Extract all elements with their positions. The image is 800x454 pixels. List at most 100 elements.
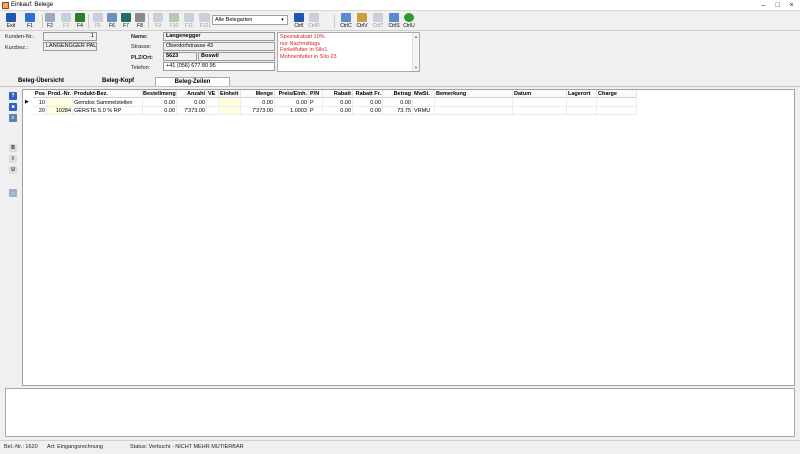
cell-prod-nr[interactable] [47, 99, 73, 107]
chevron-down-icon[interactable]: ▾ [278, 16, 287, 24]
tab-beleg-uebersicht[interactable]: Beleg-Übersicht [6, 77, 76, 86]
toolbar-button-ctrlt[interactable]: CtrlT [370, 12, 386, 30]
toolbar-button-f1[interactable]: F1 [22, 12, 38, 30]
column-header-betrag[interactable]: Betrag [383, 90, 413, 98]
cell-produkt[interactable]: Gemdos Sammelstellen [73, 99, 143, 107]
name-field[interactable]: Langenegger [163, 32, 275, 41]
close-button[interactable]: × [786, 1, 797, 10]
cell-rabatt[interactable]: 0.00 [323, 99, 353, 107]
cell-betrag[interactable]: 0.00 [383, 99, 413, 107]
column-header-produkt[interactable]: Produkt-Bez. [73, 90, 143, 98]
toolbar-button-ctrlr[interactable]: CtrlR [306, 12, 322, 30]
cell-lagerort[interactable] [567, 107, 597, 115]
zoom-tool-icon[interactable]: ? [9, 92, 17, 100]
cell-anzahl[interactable]: 7'373.00 [177, 107, 207, 115]
cell-pn[interactable]: P [309, 99, 323, 107]
street-field[interactable]: Oberdorfstrasse 43 [163, 42, 275, 51]
column-header-charge[interactable]: Charge [597, 90, 637, 98]
cell-pos[interactable]: 10 [33, 99, 47, 107]
cell-mwst[interactable]: VRMU [413, 107, 435, 115]
cell-bemerkung[interactable] [435, 99, 513, 107]
column-header-rabatt-fr[interactable]: Rabatt Fr. [353, 90, 383, 98]
column-header-bemerkung[interactable]: Bemerkung [435, 90, 513, 98]
cell-datum[interactable] [513, 99, 567, 107]
cell-einheit[interactable] [219, 107, 241, 115]
toolbar-exit-icon [6, 13, 16, 22]
customer-number-field[interactable]: 1 [43, 32, 97, 41]
cell-charge[interactable] [597, 107, 637, 115]
tab-beleg-kopf[interactable]: Beleg-Kopf [83, 77, 153, 86]
minimize-button[interactable]: – [758, 1, 769, 10]
beleg-zeilen-grid[interactable]: Pos Prod.-Nr. Produkt-Bez. Bestellmenge Anza… [22, 89, 795, 386]
toolbar-button-f10[interactable]: F10 [166, 12, 182, 30]
column-header-ve[interactable]: VE [207, 90, 219, 98]
phone-field[interactable]: +41 (056) 677 80 95 [163, 62, 275, 71]
cell-bestellmenge[interactable]: 0.00 [143, 107, 177, 115]
scroll-up-icon[interactable]: ▲ [413, 34, 419, 39]
cell-preis[interactable]: 0.00 [275, 99, 309, 107]
column-header-datum[interactable]: Datum [513, 90, 567, 98]
toolbar-button-f8[interactable]: F8 [132, 12, 148, 30]
cell-ve[interactable] [207, 99, 219, 107]
attachment-tool-icon[interactable]: ⇔ [9, 189, 17, 197]
cell-rabatt-fr[interactable]: 0.00 [353, 107, 383, 115]
toolbar-button-ctrli[interactable]: CtrlI [291, 12, 307, 30]
cell-prod-nr[interactable]: 10284 [47, 107, 73, 115]
column-header-bestellmenge[interactable]: Bestellmenge [143, 90, 177, 98]
column-header-rabatt[interactable]: Rabatt [323, 90, 353, 98]
cell-menge[interactable]: 0.00 [241, 99, 275, 107]
zip-field[interactable]: 5623 [163, 52, 197, 61]
customer-short-field[interactable]: LANGENGGER PAUL [43, 42, 97, 51]
customer-notes-memo[interactable]: Spezialrabatt 10% nur Nachmittags Ferkelfu… [277, 32, 420, 72]
toolbar-button-ctrlc[interactable]: CtrlC [338, 12, 354, 30]
cell-rabatt-fr[interactable]: 0.00 [353, 99, 383, 107]
cell-betrag[interactable]: 73.75 [383, 107, 413, 115]
record-tool-icon[interactable]: ■ [9, 103, 17, 111]
cell-anzahl[interactable]: 0.00 [177, 99, 207, 107]
cell-einheit[interactable] [219, 99, 241, 107]
cell-charge[interactable] [597, 99, 637, 107]
toolbar-button-ctrls[interactable]: CtrlS [386, 12, 402, 30]
toolbar-button-f4[interactable]: F4 [72, 12, 88, 30]
column-header-einheit[interactable]: Einheit [219, 90, 241, 98]
column-header-pn[interactable]: P/N [309, 90, 323, 98]
cell-bemerkung[interactable] [435, 107, 513, 115]
cell-produkt[interactable]: GERSTE 5.0 % RP [73, 107, 143, 115]
sort-tool-icon[interactable]: ≡ [9, 114, 17, 122]
toolbar-f1-icon [25, 13, 35, 22]
column-header-lagerort[interactable]: Lagerort [567, 90, 597, 98]
toolbar-button-f2[interactable]: F2 [42, 12, 58, 30]
underline-format-icon[interactable]: U [9, 166, 17, 174]
column-header-menge[interactable]: Menge [241, 90, 275, 98]
cell-bestellmenge[interactable]: 0.00 [143, 99, 177, 107]
cell-menge[interactable]: 7'373.00 [241, 107, 275, 115]
toolbar-f2-icon [45, 13, 55, 22]
cell-pos[interactable]: 20 [33, 107, 47, 115]
toolbar-button-exit[interactable]: Exit [3, 12, 19, 30]
cell-preis[interactable]: 1.0003 [275, 107, 309, 115]
toolbar-button-f9[interactable]: F9 [150, 12, 166, 30]
belegart-filter-select[interactable]: Alle Belegarten ▾ [212, 15, 288, 25]
scroll-down-icon[interactable]: ▼ [413, 65, 419, 70]
column-header-preis[interactable]: Preis/Einh. [275, 90, 309, 98]
cell-ve[interactable] [207, 107, 219, 115]
column-header-prod-nr[interactable]: Prod.-Nr. [47, 90, 73, 98]
city-field[interactable]: Boswil [198, 52, 275, 61]
cell-pn[interactable]: P [309, 107, 323, 115]
maximize-button[interactable]: □ [772, 1, 783, 10]
bold-format-icon[interactable]: B [9, 144, 17, 152]
column-header-mwst[interactable]: MwSt. [413, 90, 435, 98]
cell-datum[interactable] [513, 107, 567, 115]
column-header-pos[interactable]: Pos [33, 90, 47, 98]
italic-format-icon[interactable]: I [9, 155, 17, 163]
notes-scrollbar[interactable]: ▲ ▼ [412, 33, 419, 71]
toolbar-button-ctrlu[interactable]: CtrlU [401, 12, 417, 30]
column-header-anzahl[interactable]: Anzahl [177, 90, 207, 98]
toolbar-button-ctrlv[interactable]: CtrlV [354, 12, 370, 30]
line-remark-memo[interactable] [5, 388, 795, 437]
cell-lagerort[interactable] [567, 99, 597, 107]
cell-mwst[interactable] [413, 99, 435, 107]
toolbar-button-f11[interactable]: F11 [181, 12, 197, 30]
cell-rabatt[interactable]: 0.00 [323, 107, 353, 115]
tab-beleg-zeilen[interactable]: Beleg-Zeilen [155, 77, 230, 86]
